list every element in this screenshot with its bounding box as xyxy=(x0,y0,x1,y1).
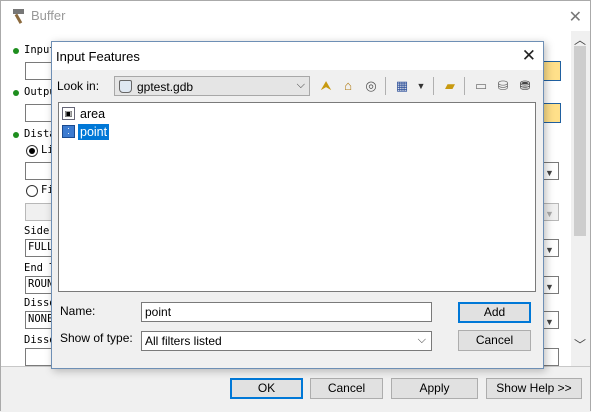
home-icon[interactable]: ⌂ xyxy=(338,76,358,96)
required-dot-icon xyxy=(13,132,19,138)
up-one-level-icon[interactable]: ⮝ xyxy=(316,76,336,96)
buffer-close-icon[interactable]: ✕ xyxy=(569,7,582,27)
name-label: Name: xyxy=(60,304,96,318)
chevron-down-icon: ▼ xyxy=(545,317,554,327)
list-horizontal-scrollbar[interactable] xyxy=(59,285,535,291)
chevron-down-icon: ▼ xyxy=(545,209,554,219)
cancel-button[interactable]: Cancel xyxy=(310,378,383,399)
point-feature-class-icon: ⁚ xyxy=(62,125,75,138)
buffer-title: Buffer xyxy=(31,8,66,23)
field-radio[interactable] xyxy=(26,185,38,197)
chevron-down-icon: ▼ xyxy=(545,168,554,178)
required-dot-icon xyxy=(13,48,19,54)
buffer-title-bar: Buffer ✕ xyxy=(1,1,590,31)
list-item-label: area xyxy=(80,107,106,121)
connect-database-icon[interactable]: ⛁ xyxy=(493,76,513,96)
toolbar-separator xyxy=(433,77,434,95)
side-type-label: Side xyxy=(24,225,50,237)
show-help-button[interactable]: Show Help >> xyxy=(486,378,582,399)
geodatabase-icon xyxy=(119,80,132,93)
new-folder-icon[interactable]: ▰ xyxy=(440,76,460,96)
ok-button[interactable]: OK xyxy=(230,378,303,399)
catalog-options-icon[interactable]: ⛃ xyxy=(515,76,535,96)
delete-icon[interactable]: ▭ xyxy=(471,76,491,96)
input-features-dialog: Input Features ✕ Look in: gptest.gdb ⌵ ⮝… xyxy=(51,41,544,369)
dialog-close-icon[interactable]: ✕ xyxy=(522,46,536,66)
list-item-label: point xyxy=(78,124,110,140)
scrollbar-thumb[interactable] xyxy=(574,46,586,236)
linear-radio[interactable] xyxy=(26,145,38,157)
view-dropdown-icon[interactable]: ▼ xyxy=(411,76,431,96)
dialog-title: Input Features xyxy=(56,49,140,64)
chevron-down-icon: ▼ xyxy=(545,245,554,255)
show-of-type-value: All filters listed xyxy=(145,334,222,348)
required-dot-icon xyxy=(13,90,19,96)
look-in-dropdown[interactable]: gptest.gdb ⌵ xyxy=(114,76,310,96)
file-list[interactable]: ▣ area ⁚ point xyxy=(58,102,536,292)
buffer-vertical-scrollbar[interactable]: ︿ ﹀ xyxy=(571,31,590,366)
chevron-down-icon: ⌵ xyxy=(417,334,426,346)
name-input[interactable]: point xyxy=(141,302,432,322)
toolbar-separator xyxy=(464,77,465,95)
toolbar-separator xyxy=(385,77,386,95)
hammer-icon xyxy=(13,9,24,24)
side-type-value: FULL xyxy=(28,241,54,253)
view-list-icon[interactable]: ▦ xyxy=(392,76,412,96)
dialog-cancel-button[interactable]: Cancel xyxy=(458,330,531,351)
show-of-type-dropdown[interactable]: All filters listed ⌵ xyxy=(141,331,432,351)
add-button[interactable]: Add xyxy=(458,302,531,323)
dissolve-type-value: NONE xyxy=(28,313,54,325)
name-input-value: point xyxy=(145,305,172,319)
chevron-down-icon[interactable]: ﹀ xyxy=(574,336,586,353)
polygon-feature-class-icon: ▣ xyxy=(62,107,75,120)
apply-button[interactable]: Apply xyxy=(391,378,478,399)
chevron-down-icon: ▼ xyxy=(545,282,554,292)
buffer-footer: OK Cancel Apply Show Help >> xyxy=(1,366,590,412)
look-in-label: Look in: xyxy=(57,79,100,93)
connect-folder-icon[interactable]: ◎ xyxy=(361,76,381,96)
open-folder-icon[interactable] xyxy=(541,61,561,81)
look-in-value: gptest.gdb xyxy=(137,80,194,94)
dialog-title-bar: Input Features ✕ xyxy=(52,42,543,70)
chevron-down-icon: ⌵ xyxy=(296,79,305,91)
show-of-type-label: Show of type: xyxy=(60,331,133,345)
open-folder-icon[interactable] xyxy=(541,103,561,123)
end-type-value: ROUN xyxy=(28,278,54,290)
